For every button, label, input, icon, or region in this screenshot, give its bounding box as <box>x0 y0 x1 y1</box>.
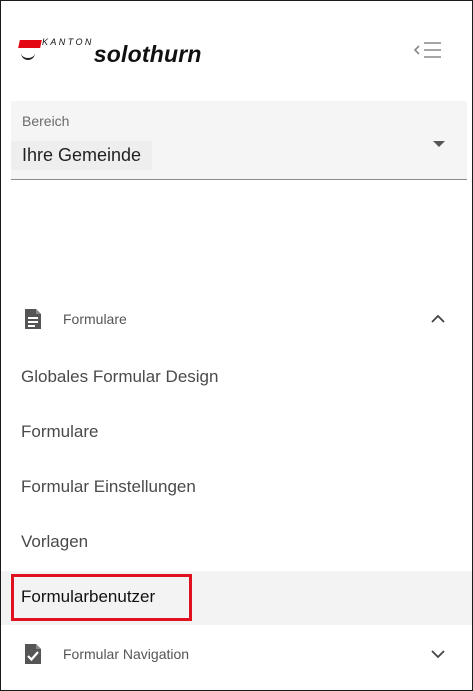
nav-item-formularbenutzer[interactable]: Formularbenutzer <box>1 571 472 625</box>
nav-item-label: Formulare <box>21 422 99 441</box>
logo-mark-icon <box>18 37 42 60</box>
section-formular-navigation-label: Formular Navigation <box>63 646 190 662</box>
document-check-icon <box>25 644 41 664</box>
nav-item-label: Formular Einstellungen <box>21 477 196 496</box>
document-icon <box>25 309 41 329</box>
bereich-value: Ihre Gemeinde <box>11 141 153 170</box>
bereich-select[interactable]: Bereich Ihre Gemeinde <box>11 101 467 180</box>
nav-item-globales-formular-design[interactable]: Globales Formular Design <box>1 351 472 405</box>
nav-item-formular-einstellungen[interactable]: Formular Einstellungen <box>1 461 472 515</box>
collapse-menu-button[interactable] <box>411 37 451 63</box>
section-formulare[interactable]: Formulare <box>1 294 472 346</box>
bereich-label: Bereich <box>22 113 70 129</box>
dropdown-caret-icon <box>433 141 445 147</box>
logo-kanton-text: KANTON <box>42 37 94 47</box>
section-formulare-label: Formulare <box>63 311 127 327</box>
sidebar-panel: KANTON solothurn Bereich Ihre Gemeinde F… <box>0 0 473 691</box>
nav-item-label: Globales Formular Design <box>21 367 219 386</box>
nav-item-label: Formularbenutzer <box>21 587 156 606</box>
nav-item-formulare[interactable]: Formulare <box>1 406 472 460</box>
chevron-down-icon <box>431 650 445 659</box>
kanton-solothurn-logo[interactable]: KANTON solothurn <box>18 37 202 67</box>
chevron-up-icon <box>431 314 445 323</box>
collapse-menu-icon <box>413 42 441 58</box>
section-formular-navigation[interactable]: Formular Navigation <box>1 629 472 681</box>
nav-item-vorlagen[interactable]: Vorlagen <box>1 516 472 570</box>
logo-solothurn-text: solothurn <box>93 41 202 67</box>
nav-item-label: Vorlagen <box>21 532 89 551</box>
